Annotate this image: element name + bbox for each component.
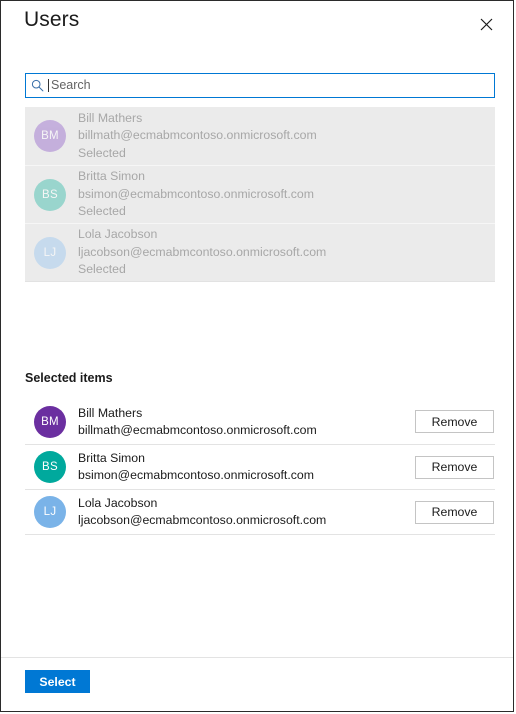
panel-header: Users <box>1 1 513 53</box>
user-name: Lola Jacobson <box>78 227 158 242</box>
selected-item-text: Bill Mathers billmath@ecmabmcontoso.onmi… <box>78 405 415 438</box>
avatar: LJ <box>34 496 66 528</box>
avatar: BM <box>34 120 66 152</box>
selected-items-list: BM Bill Mathers billmath@ecmabmcontoso.o… <box>25 399 495 535</box>
user-name: Britta Simon <box>78 451 145 466</box>
selected-items-heading: Selected items <box>25 371 113 385</box>
list-item[interactable]: LJ Lola Jacobson ljacobson@ecmabmcontoso… <box>25 223 495 281</box>
user-name: Bill Mathers <box>78 405 143 420</box>
selected-item-row: LJ Lola Jacobson ljacobson@ecmabmcontoso… <box>25 489 495 534</box>
user-email: bsimon@ecmabmcontoso.onmicrosoft.com <box>78 468 314 482</box>
user-email: ljacobson@ecmabmcontoso.onmicrosoft.com <box>78 513 327 527</box>
user-name: Bill Mathers <box>78 110 143 125</box>
list-item[interactable]: BS Britta Simon bsimon@ecmabmcontoso.onm… <box>25 165 495 223</box>
avatar: BS <box>34 178 66 211</box>
users-picker-panel: Users BM Bill Mathers billmath@ecmabmcon… <box>0 0 514 712</box>
selected-item-text: Britta Simon bsimon@ecmabmcontoso.onmicr… <box>78 450 415 483</box>
status-badge: Selected <box>78 262 126 277</box>
select-button[interactable]: Select <box>25 670 90 693</box>
user-email: billmath@ecmabmcontoso.onmicrosoft.com <box>78 422 317 437</box>
avatar: BM <box>34 405 66 438</box>
user-email: ljacobson@ecmabmcontoso.onmicrosoft.com <box>78 244 327 259</box>
list-item-text: Britta Simon bsimon@ecmabmcontoso.onmicr… <box>78 168 314 220</box>
avatar: BS <box>34 451 66 483</box>
list-item-text: Lola Jacobson ljacobson@ecmabmcontoso.on… <box>78 226 326 278</box>
user-name: Lola Jacobson <box>78 496 158 511</box>
status-badge: Selected <box>78 204 126 219</box>
search-box[interactable] <box>25 73 495 98</box>
search-icon <box>26 79 48 92</box>
remove-button[interactable]: Remove <box>415 500 494 524</box>
user-email: billmath@ecmabmcontoso.onmicrosoft.com <box>78 128 317 143</box>
text-caret <box>48 79 49 92</box>
page-title: Users <box>24 8 80 31</box>
selected-items-section: Selected items BM Bill Mathers billmath@… <box>25 371 495 535</box>
list-item[interactable]: BM Bill Mathers billmath@ecmabmcontoso.o… <box>25 107 495 165</box>
selected-item-text: Lola Jacobson ljacobson@ecmabmcontoso.on… <box>78 495 415 528</box>
selected-item-row: BM Bill Mathers billmath@ecmabmcontoso.o… <box>25 399 495 444</box>
remove-button[interactable]: Remove <box>415 410 494 433</box>
panel-footer: Select <box>1 657 513 711</box>
remove-button[interactable]: Remove <box>415 455 494 479</box>
status-badge: Selected <box>78 145 126 160</box>
selected-item-row: BS Britta Simon bsimon@ecmabmcontoso.onm… <box>25 444 495 489</box>
list-item-text: Bill Mathers billmath@ecmabmcontoso.onmi… <box>78 110 317 162</box>
user-email: bsimon@ecmabmcontoso.onmicrosoft.com <box>78 186 314 201</box>
close-icon[interactable] <box>471 9 501 39</box>
user-name: Britta Simon <box>78 169 145 184</box>
avatar: LJ <box>34 236 66 269</box>
search-input[interactable] <box>51 75 494 96</box>
search-results-list: BM Bill Mathers billmath@ecmabmcontoso.o… <box>25 107 495 282</box>
